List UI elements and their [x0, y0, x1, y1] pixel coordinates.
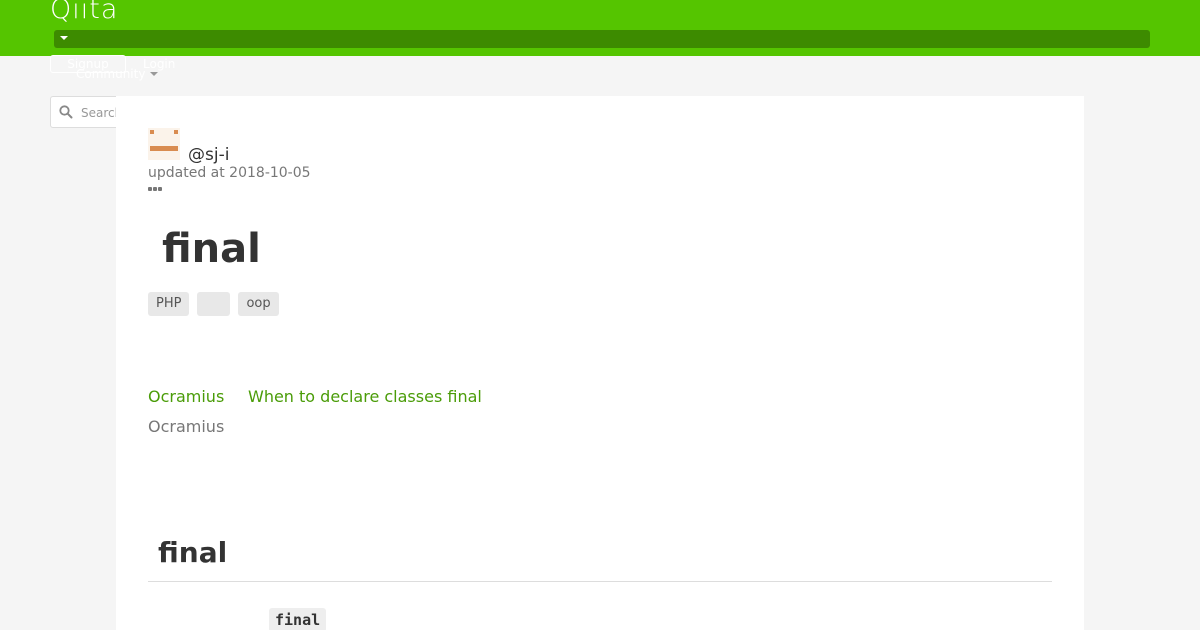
reference-author-text: Ocramius — [148, 417, 225, 436]
article-title: final — [162, 226, 261, 272]
qiita-logo[interactable]: Qiita — [50, 0, 118, 25]
section-divider — [148, 581, 1052, 582]
tag-php[interactable]: PHP — [148, 292, 190, 316]
article-card: @sj-i updated at 2018-10-05 final PHP oo… — [116, 96, 1084, 630]
caret-down-icon — [60, 36, 68, 40]
caret-down-icon — [150, 72, 158, 76]
tag-list: PHP oop — [148, 292, 279, 316]
community-link[interactable]: Community — [76, 67, 145, 81]
header-dropdown[interactable] — [54, 30, 1150, 48]
section-heading: final — [158, 536, 228, 569]
avatar[interactable] — [148, 128, 180, 160]
inline-code: final — [269, 608, 327, 630]
reference-author-link[interactable]: Ocramius — [148, 387, 224, 406]
tag-oop[interactable]: oop — [238, 292, 279, 316]
more-icon[interactable] — [148, 187, 162, 191]
site-header: Qiita — [0, 0, 1200, 56]
reference-title-link[interactable]: When to declare classes final — [248, 387, 482, 406]
search-icon — [59, 105, 73, 119]
updated-at: updated at 2018-10-05 — [148, 165, 311, 181]
login-link[interactable]: Login — [143, 57, 175, 71]
author-name[interactable]: @sj-i — [188, 145, 229, 165]
tag-item[interactable] — [197, 292, 231, 316]
